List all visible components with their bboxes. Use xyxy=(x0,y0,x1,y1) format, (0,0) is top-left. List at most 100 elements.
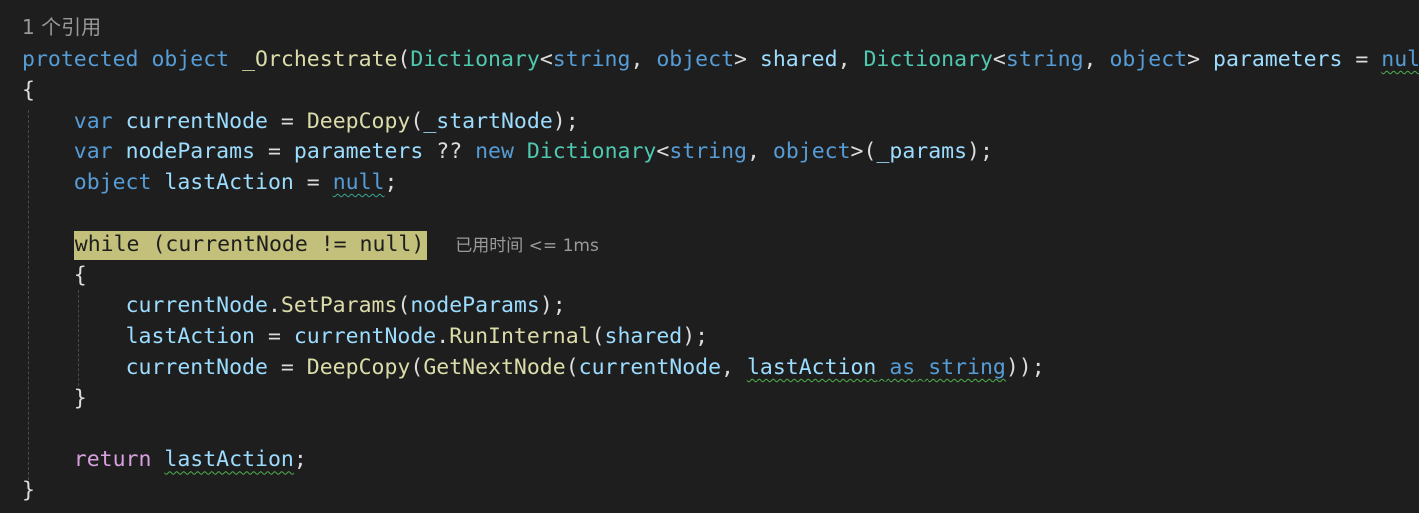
token: = xyxy=(255,139,294,165)
token: = xyxy=(255,324,294,350)
code-line[interactable]: currentNode.SetParams(nodeParams); xyxy=(22,290,566,321)
token-kw: var xyxy=(73,139,113,165)
token: , xyxy=(721,355,747,380)
code-line[interactable]: protected object _Orchestrate(Dictionary… xyxy=(22,44,1419,75)
token: = xyxy=(293,170,333,196)
token-kw: null xyxy=(332,170,385,196)
token: < xyxy=(539,47,553,72)
token: = xyxy=(1342,47,1382,72)
token-id: currentNode xyxy=(125,355,268,380)
code-line[interactable]: currentNode = DeepCopy(GetNextNode(curre… xyxy=(22,352,1045,383)
token: { xyxy=(73,262,87,288)
token-kw: object xyxy=(656,47,735,72)
token-id: currentNode xyxy=(293,324,437,350)
token-kw: new xyxy=(475,139,514,165)
token: >( xyxy=(850,139,877,165)
token-id: lastAction xyxy=(125,324,256,350)
token: ; xyxy=(293,447,307,473)
token-id: shared xyxy=(604,324,683,350)
token: } xyxy=(22,478,35,504)
token: ( xyxy=(410,108,424,134)
token-method: SetParams xyxy=(280,293,398,319)
code-line[interactable]: { xyxy=(22,260,87,291)
token: ?? xyxy=(423,139,476,165)
token-kw: object xyxy=(73,170,152,196)
indent-guide xyxy=(28,110,29,480)
code-line[interactable]: while (currentNode != null) 已用时间 <= 1ms xyxy=(22,229,599,260)
token: , xyxy=(837,47,864,72)
method-name: _Orchestrate xyxy=(242,47,398,72)
token: . xyxy=(267,293,281,319)
code-line[interactable]: object lastAction = null; xyxy=(22,167,398,198)
token: ( xyxy=(397,47,411,72)
code-line[interactable]: } xyxy=(22,383,87,414)
token-kw: protected xyxy=(22,47,139,72)
token-kw: object xyxy=(772,139,851,165)
token-method: DeepCopy xyxy=(306,355,411,380)
token: < xyxy=(992,47,1006,72)
code-line[interactable]: return lastAction; xyxy=(22,444,307,475)
token-id: nodeParams xyxy=(125,139,256,165)
codelens-references[interactable]: 1 个引用 xyxy=(22,12,101,43)
token: } xyxy=(73,385,87,411)
token-method: DeepCopy xyxy=(306,108,411,134)
token: { xyxy=(22,77,35,103)
token: ( xyxy=(410,355,424,380)
token: ); xyxy=(682,324,709,350)
token: , xyxy=(630,47,657,72)
token-id: parameters xyxy=(293,139,424,165)
code-line[interactable]: var currentNode = DeepCopy(_startNode); xyxy=(22,106,579,137)
code-line[interactable]: { xyxy=(22,75,35,106)
token-id: parameters xyxy=(1213,47,1343,72)
token-id: lastAction xyxy=(746,355,877,380)
token: ); xyxy=(539,293,566,319)
token-type: Dictionary xyxy=(863,47,993,72)
current-statement-highlight: while (currentNode != null) xyxy=(73,230,428,260)
token-kw: string xyxy=(552,47,631,72)
code-line[interactable]: lastAction = currentNode.RunInternal(sha… xyxy=(22,321,709,352)
token-id: lastAction xyxy=(164,447,294,473)
token-id: _startNode xyxy=(423,108,553,134)
token-id: shared xyxy=(759,47,838,72)
token: ( xyxy=(591,324,605,350)
token-kw: as xyxy=(889,355,916,380)
token: ); xyxy=(967,139,993,165)
token-id: currentNode xyxy=(125,108,268,134)
token-id: lastAction xyxy=(164,170,294,196)
token-kw: object xyxy=(151,47,230,72)
code-editor[interactable]: 1 个引用 protected object _Orchestrate(Dict… xyxy=(0,0,1419,513)
token: > xyxy=(1187,47,1213,72)
token: = xyxy=(267,355,307,380)
code-line[interactable]: var nodeParams = parameters ?? new Dicti… xyxy=(22,136,993,167)
token-kw: object xyxy=(1109,47,1188,72)
token: ); xyxy=(552,108,579,134)
token-id: _params xyxy=(876,139,968,165)
token-kw: string xyxy=(1005,47,1084,72)
token-ctl: return xyxy=(73,447,152,473)
performance-tip[interactable]: 已用时间 <= 1ms xyxy=(455,236,599,256)
token: ; xyxy=(384,170,398,196)
token: ( xyxy=(397,293,411,319)
token-kw: string xyxy=(669,139,747,165)
token: , xyxy=(1083,47,1110,72)
indent-guide xyxy=(78,290,79,386)
token-type: Dictionary xyxy=(410,47,540,72)
token-method: RunInternal xyxy=(449,324,592,350)
token-id: currentNode xyxy=(578,355,722,380)
